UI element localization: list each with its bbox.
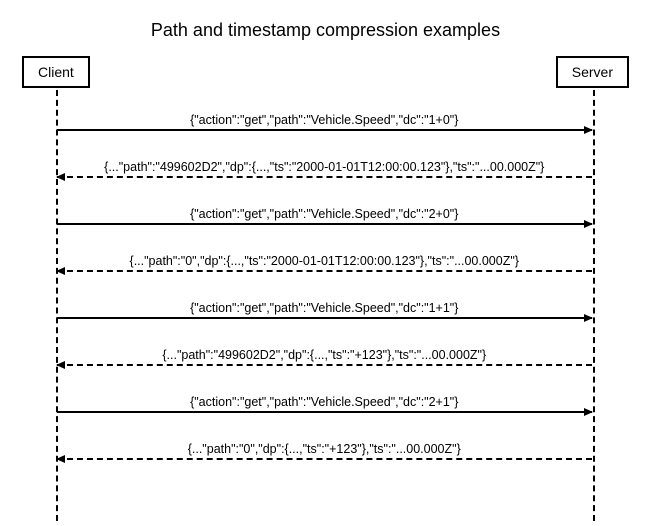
arrow-right-icon — [584, 126, 593, 134]
arrow-right-icon — [584, 220, 593, 228]
message-row: {..."path":"0","dp":{...,"ts":"2000-01-0… — [57, 254, 592, 272]
message-row: {"action":"get","path":"Vehicle.Speed","… — [57, 395, 592, 413]
sequence-diagram: Path and timestamp compression examples … — [0, 0, 651, 526]
message-arrow — [57, 458, 592, 460]
message-label: {"action":"get","path":"Vehicle.Speed","… — [190, 395, 458, 411]
message-label: {"action":"get","path":"Vehicle.Speed","… — [190, 113, 458, 129]
message-row: {"action":"get","path":"Vehicle.Speed","… — [57, 113, 592, 131]
message-arrow — [57, 364, 592, 366]
message-row: {..."path":"0","dp":{...,"ts":"+123"},"t… — [57, 442, 592, 460]
actor-client-label: Client — [38, 64, 74, 80]
diagram-title: Path and timestamp compression examples — [0, 20, 651, 41]
message-label: {..."path":"0","dp":{...,"ts":"2000-01-0… — [130, 254, 519, 270]
message-arrow — [57, 411, 592, 413]
arrow-left-icon — [56, 173, 65, 181]
message-label: {..."path":"499602D2","dp":{...,"ts":"+1… — [162, 348, 486, 364]
message-row: {"action":"get","path":"Vehicle.Speed","… — [57, 207, 592, 225]
message-arrow — [57, 223, 592, 225]
arrow-left-icon — [56, 361, 65, 369]
message-arrow — [57, 176, 592, 178]
message-row: {"action":"get","path":"Vehicle.Speed","… — [57, 301, 592, 319]
message-arrow — [57, 317, 592, 319]
arrow-left-icon — [56, 267, 65, 275]
message-label: {..."path":"499602D2","dp":{...,"ts":"20… — [104, 160, 544, 176]
actor-server-label: Server — [572, 64, 613, 80]
actor-server: Server — [556, 56, 629, 88]
message-label: {..."path":"0","dp":{...,"ts":"+123"},"t… — [188, 442, 461, 458]
message-arrow — [57, 270, 592, 272]
arrow-left-icon — [56, 455, 65, 463]
message-row: {..."path":"499602D2","dp":{...,"ts":"+1… — [57, 348, 592, 366]
arrow-right-icon — [584, 314, 593, 322]
actor-client: Client — [22, 56, 90, 88]
message-label: {"action":"get","path":"Vehicle.Speed","… — [190, 301, 458, 317]
message-label: {"action":"get","path":"Vehicle.Speed","… — [190, 207, 458, 223]
message-arrow — [57, 129, 592, 131]
message-row: {..."path":"499602D2","dp":{...,"ts":"20… — [57, 160, 592, 178]
lifeline-server — [593, 90, 595, 521]
arrow-right-icon — [584, 408, 593, 416]
